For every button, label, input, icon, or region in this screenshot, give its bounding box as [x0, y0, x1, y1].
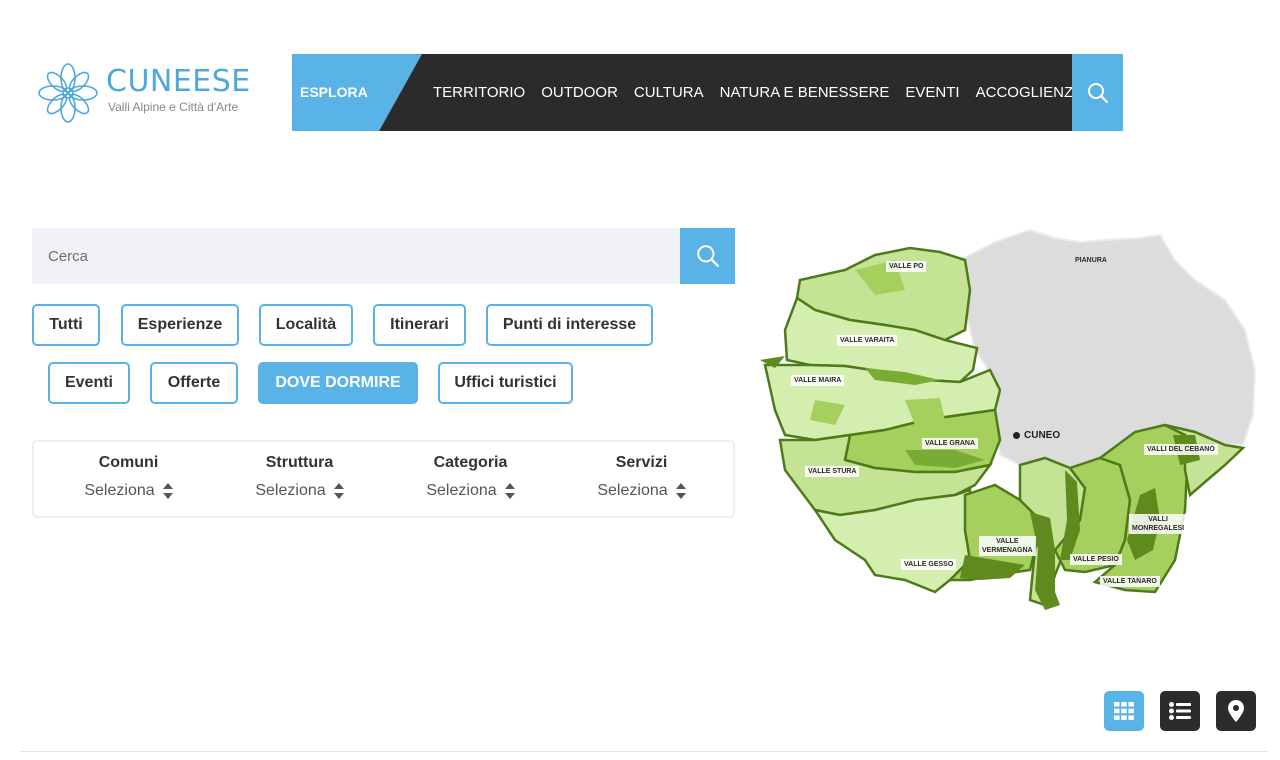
map-label-valle-po: VALLE PO: [886, 261, 927, 272]
map-label-valle-grana: VALLE GRANA: [922, 438, 979, 449]
search-bar: [32, 228, 735, 284]
map-label-valle-vermenagna: VALLE VERMENAGNA: [979, 536, 1036, 556]
search-submit-button[interactable]: [680, 228, 735, 284]
map-label-line: VALLE: [996, 538, 1019, 545]
nav-item-eventi[interactable]: EVENTI: [905, 84, 959, 101]
nav-explore-label: ESPLORA: [300, 84, 368, 100]
selector-value-text: Seleziona: [84, 482, 155, 499]
map-label-line: MONREGALESI: [1132, 525, 1185, 532]
nav-item-cultura[interactable]: CULTURA: [634, 84, 704, 101]
nav-item-territorio[interactable]: TERRITORIO: [433, 84, 525, 101]
map-city-cuneo: CUNEO: [1013, 430, 1060, 441]
filter-esperienze[interactable]: Esperienze: [121, 304, 239, 346]
map-label-valle-gesso: VALLE GESSO: [901, 559, 957, 570]
map-label-pianura: PIANURA: [1075, 257, 1107, 264]
main-nav: ESPLORA TERRITORIO OUTDOOR CULTURA NATUR…: [292, 54, 1123, 131]
selector-title: Struttura: [265, 454, 334, 471]
selector-comuni[interactable]: Comuni Seleziona: [43, 442, 214, 516]
sort-arrows-icon: [333, 483, 344, 499]
map-label-valle-maira: VALLE MAIRA: [791, 375, 845, 386]
selector-struttura[interactable]: Struttura Seleziona: [214, 442, 385, 516]
view-grid-button[interactable]: [1104, 691, 1144, 731]
search-input[interactable]: [32, 228, 680, 284]
selector-value[interactable]: Seleziona: [385, 482, 556, 500]
logo-flower-icon: [38, 63, 98, 123]
filter-localita[interactable]: Località: [259, 304, 353, 346]
map-label-line: VERMENAGNA: [982, 547, 1033, 554]
filter-dove-dormire[interactable]: DOVE DORMIRE: [258, 362, 418, 404]
valleys-map[interactable]: VALLE PO PIANURA VALLE VARAITA VALLE MAI…: [755, 220, 1260, 620]
view-map-button[interactable]: [1216, 691, 1256, 731]
selector-categoria[interactable]: Categoria Seleziona: [385, 442, 556, 516]
filter-eventi[interactable]: Eventi: [48, 362, 130, 404]
selector-title: Comuni: [98, 454, 159, 471]
selector-value[interactable]: Seleziona: [43, 482, 214, 500]
search-icon: [696, 245, 719, 267]
map-label-valle-tanaro: VALLE TANARO: [1100, 576, 1160, 587]
map-label-valle-varaita: VALLE VARAITA: [837, 335, 898, 346]
filter-selectors: Comuni Seleziona Struttura Seleziona Cat…: [32, 440, 735, 518]
view-list-button[interactable]: [1160, 691, 1200, 731]
list-icon: [1169, 702, 1191, 720]
filter-offerte[interactable]: Offerte: [150, 362, 238, 404]
selector-value-text: Seleziona: [597, 482, 668, 499]
sort-arrows-icon: [675, 483, 686, 499]
selector-value-text: Seleziona: [255, 482, 326, 499]
map-illustration: [760, 228, 1257, 610]
map-city-label: CUNEO: [1024, 430, 1061, 441]
site-logo[interactable]: CUNEESE Valli Alpine e Città d'Arte: [38, 62, 258, 126]
logo-tagline: Valli Alpine e Città d'Arte: [108, 100, 239, 114]
filter-punti-di-interesse[interactable]: Punti di interesse: [486, 304, 653, 346]
nav-explore[interactable]: ESPLORA: [292, 54, 422, 131]
nav-item-natura-e-benessere[interactable]: NATURA E BENESSERE: [720, 84, 890, 101]
logo-brand: CUNEESE: [106, 64, 251, 99]
city-dot-icon: [1013, 432, 1020, 439]
filter-tutti[interactable]: Tutti: [32, 304, 100, 346]
map-label-valli-monregalesi: VALLI MONREGALESI: [1129, 514, 1188, 534]
selector-value[interactable]: Seleziona: [214, 482, 385, 500]
nav-item-accoglienza[interactable]: ACCOGLIENZA: [976, 84, 1084, 101]
map-label-valle-pesio: VALLE PESIO: [1070, 554, 1122, 565]
filter-itinerari[interactable]: Itinerari: [373, 304, 466, 346]
selector-value-text: Seleziona: [426, 482, 497, 499]
map-pin-icon: [1228, 700, 1244, 722]
footer-divider: [20, 751, 1268, 752]
filter-uffici-turistici[interactable]: Uffici turistici: [438, 362, 573, 404]
nav-items: TERRITORIO OUTDOOR CULTURA NATURA E BENE…: [433, 54, 1083, 131]
map-label-valle-stura: VALLE STURA: [805, 466, 860, 477]
search-icon: [1087, 82, 1108, 103]
nav-search-button[interactable]: [1072, 54, 1123, 131]
selector-value[interactable]: Seleziona: [556, 482, 727, 500]
grid-icon: [1114, 702, 1134, 720]
selector-title: Servizi: [615, 454, 668, 471]
selector-title: Categoria: [433, 454, 508, 471]
selector-servizi[interactable]: Servizi Seleziona: [556, 442, 727, 516]
nav-item-outdoor[interactable]: OUTDOOR: [541, 84, 618, 101]
sort-arrows-icon: [504, 483, 515, 499]
map-label-line: VALLI: [1148, 516, 1168, 523]
map-label-valli-del-cebano: VALLI DEL CEBANO: [1144, 444, 1218, 455]
sort-arrows-icon: [162, 483, 173, 499]
